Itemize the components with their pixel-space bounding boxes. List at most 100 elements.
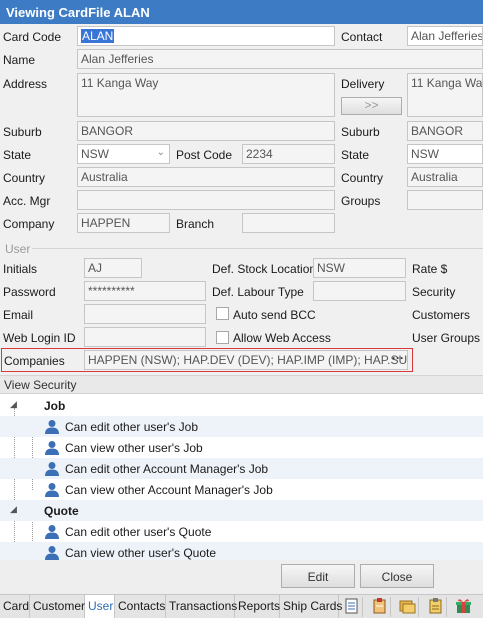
delivery-suburb-label: Suburb [341,125,380,139]
collapse-icon[interactable]: ◢ [10,504,17,515]
permission-label: Can edit other Account Manager's Job [65,462,269,476]
folders-icon[interactable] [397,597,419,617]
user-icon [45,483,59,497]
state-select[interactable]: NSW ⌄ [77,144,170,164]
delivery-state-input[interactable]: NSW [407,144,483,164]
delivery-country-label: Country [341,171,384,185]
groups-input[interactable] [407,190,483,210]
web-login-input[interactable] [84,327,206,347]
address-input[interactable]: 11 Kanga Way [77,73,335,117]
tree-item[interactable]: Can view other user's Job [0,437,483,458]
permission-label: Can view other user's Quote [65,546,217,560]
delivery-label: Delivery [341,77,385,91]
user-icon [45,462,59,476]
security-label: Security [412,285,456,299]
email-input[interactable] [84,304,206,324]
branch-input[interactable] [242,213,335,233]
country-label: Country [3,171,46,185]
edit-button[interactable]: Edit [281,564,355,588]
def-stock-input[interactable]: NSW [313,258,406,278]
group-label: Job [44,399,66,413]
def-stock-label: Def. Stock Location [212,262,317,276]
delivery-input[interactable]: 11 Kanga Way [407,73,483,117]
tab-user[interactable]: User [85,595,115,618]
companies-label: Companies [4,354,65,368]
delivery-state-label: State [341,148,370,162]
contact-input[interactable]: Alan Jefferies [407,26,483,46]
rate-label: Rate $ [412,262,448,276]
name-label: Name [3,53,36,67]
tree-item[interactable]: Can edit other user's Job [0,416,483,437]
view-security-header: View Security [0,376,483,394]
card-code-value: ALAN [81,29,115,43]
tree-item[interactable]: Can view other user's Quote [0,542,483,560]
card-code-label: Card Code [3,30,62,44]
user-section-label: User [5,242,31,256]
window-title: Viewing CardFile ALAN [0,0,483,24]
state-value: NSW [81,147,109,161]
company-input[interactable]: HAPPEN [77,213,170,233]
contact-label: Contact [341,30,383,44]
user-groups-label: User Groups [412,331,481,345]
copy-address-button[interactable]: >> [341,97,402,115]
permission-label: Can edit other user's Job [65,420,199,434]
state-label: State [3,148,32,162]
tab-reports[interactable]: Reports [235,595,280,618]
tab-contacts[interactable]: Contacts [115,595,166,618]
acc-mgr-input[interactable] [77,190,335,210]
collapse-icon[interactable]: ◢ [10,399,17,410]
auto-bcc-label: Auto send BCC [233,308,316,322]
tab-bar: Card Customer User Contacts Transactions… [0,594,483,618]
delivery-suburb-input[interactable]: BANGOR [407,121,483,141]
tab-ship-cards[interactable]: Ship Cards [280,595,342,618]
gift-icon[interactable] [453,597,475,617]
footer-bar: Edit Close [0,560,483,594]
permission-label: Can view other Account Manager's Job [65,483,273,497]
chevron-down-icon: ⌄ [156,147,165,158]
companies-value: HAPPEN (NSW); HAP.DEV (DEV); HAP.IMP (IM… [88,353,408,367]
companies-ellipsis-button[interactable]: ··· [392,351,404,365]
tree-item[interactable]: Can view other Account Manager's Job [0,479,483,500]
postcode-input[interactable]: 2234 [242,144,335,164]
companies-input[interactable]: HAPPEN (NSW); HAP.DEV (DEV); HAP.IMP (IM… [84,350,408,370]
clipboard-red-icon[interactable] [369,597,391,617]
name-input[interactable]: Alan Jefferies [77,49,483,69]
suburb-label: Suburb [3,125,42,139]
tree-item[interactable]: Can edit other user's Quote [0,521,483,542]
web-login-label: Web Login ID [3,331,76,345]
branch-label: Branch [176,217,215,231]
acc-mgr-label: Acc. Mgr [3,194,51,208]
user-icon [45,525,59,539]
initials-input[interactable]: AJ [84,258,142,278]
tree-group-quote[interactable]: ◢ Quote [0,500,483,521]
delivery-country-input[interactable]: Australia [407,167,483,187]
permission-label: Can edit other user's Quote [65,525,212,539]
company-label: Company [3,217,55,231]
def-labour-label: Def. Labour Type [212,285,304,299]
permission-label: Can view other user's Job [65,441,203,455]
auto-bcc-checkbox[interactable] [216,307,229,320]
email-label: Email [3,308,34,322]
user-icon [45,441,59,455]
card-code-input[interactable]: ALAN [77,26,335,46]
notes-icon[interactable] [341,597,363,617]
tree-group-job[interactable]: ◢ Job [0,395,483,416]
country-input[interactable]: Australia [77,167,335,187]
suburb-input[interactable]: BANGOR [77,121,335,141]
group-label: Quote [44,504,79,518]
def-labour-input[interactable] [313,281,406,301]
clipboard-icon[interactable] [425,597,447,617]
allow-web-checkbox[interactable] [216,331,229,344]
tab-transactions[interactable]: Transactions [166,595,237,618]
user-icon [45,420,59,434]
tab-customer[interactable]: Customer [30,595,85,618]
user-icon [45,546,59,560]
groups-label: Groups [341,194,381,208]
tree-item[interactable]: Can edit other Account Manager's Job [0,458,483,479]
user-section-divider [32,248,483,249]
tab-card[interactable]: Card [0,595,30,618]
password-input[interactable]: ********** [84,281,206,301]
allow-web-label: Allow Web Access [233,331,331,345]
close-button[interactable]: Close [360,564,434,588]
password-label: Password [3,285,56,299]
